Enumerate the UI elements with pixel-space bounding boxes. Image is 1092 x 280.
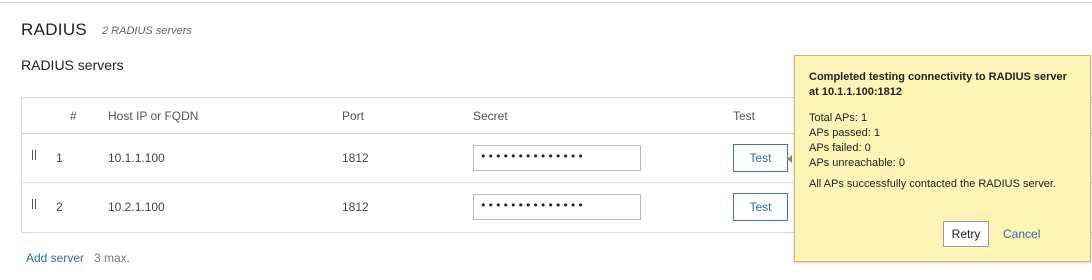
- cancel-link[interactable]: Cancel: [1003, 227, 1040, 241]
- stat-total-aps: Total APs: 1: [809, 112, 868, 124]
- row-number: 1: [56, 151, 63, 165]
- header-port: Port: [342, 109, 365, 123]
- max-servers-note: 3 max.: [94, 251, 131, 265]
- header-host: Host IP or FQDN: [108, 109, 199, 123]
- popover-message: All APs successfully contacted the RADIU…: [809, 178, 1056, 190]
- secret-field[interactable]: ••••••••••••••: [473, 145, 641, 171]
- test-button[interactable]: Test: [733, 193, 788, 221]
- row-number: 2: [56, 200, 63, 214]
- drag-handle-icon[interactable]: [32, 150, 38, 162]
- top-divider: [0, 2, 1092, 3]
- drag-handle-icon[interactable]: [32, 199, 38, 211]
- section-title: RADIUS: [21, 20, 88, 39]
- test-result-popover: Completed testing connectivity to RADIUS…: [794, 55, 1091, 262]
- test-button[interactable]: Test: [733, 144, 788, 172]
- popover-title: Completed testing connectivity to RADIUS…: [809, 71, 1067, 98]
- host-value: 10.2.1.100: [108, 200, 165, 214]
- header-number: #: [70, 109, 77, 123]
- stat-aps-passed: APs passed: 1: [809, 127, 880, 139]
- stat-aps-failed: APs failed: 0: [809, 142, 871, 154]
- retry-button[interactable]: Retry: [943, 221, 989, 247]
- add-server-link[interactable]: Add server: [26, 251, 84, 265]
- port-value: 1812: [342, 200, 369, 214]
- header-test: Test: [733, 109, 756, 123]
- secret-field[interactable]: ••••••••••••••: [473, 194, 641, 220]
- port-value: 1812: [342, 151, 369, 165]
- header-secret: Secret: [473, 109, 508, 123]
- host-value: 10.1.1.100: [108, 151, 165, 165]
- popover-pointer: [787, 155, 792, 163]
- server-count: 2 RADIUS servers: [102, 25, 192, 37]
- stat-aps-unreachable: APs unreachable: 0: [809, 157, 906, 169]
- servers-heading: RADIUS servers: [21, 57, 124, 73]
